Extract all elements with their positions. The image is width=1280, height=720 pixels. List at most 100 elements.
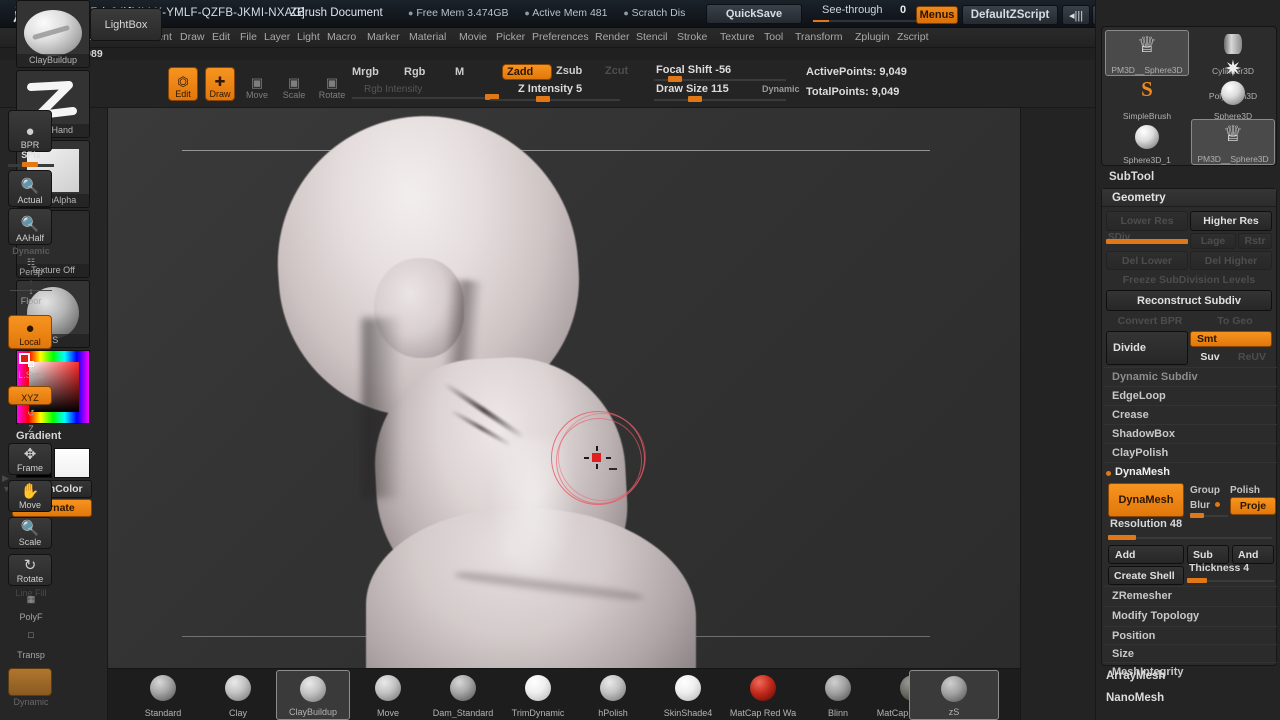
tool-item-sphere3d[interactable]: Sphere3D [1191, 75, 1275, 121]
aahalf-button[interactable]: 🔍 AAHalf [8, 208, 52, 245]
tool-item-sphere3d-1[interactable]: Sphere3D_1 [1105, 119, 1189, 165]
claypolish-row[interactable]: ClayPolish [1103, 443, 1277, 462]
menu-light[interactable]: Light [297, 31, 320, 43]
shelf-item-skinshade4[interactable]: SkinShade4 [651, 670, 725, 720]
convert-bpr-button[interactable]: Convert BPR [1106, 313, 1194, 329]
group-label[interactable]: Group [1190, 485, 1220, 496]
del-lower-button[interactable]: Del Lower [1106, 251, 1188, 270]
freeze-subdivision-button[interactable]: Freeze SubDivision Levels [1106, 272, 1272, 288]
menu-transform[interactable]: Transform [795, 31, 842, 43]
menu-macro[interactable]: Macro [327, 31, 356, 43]
menu-stroke[interactable]: Stroke [677, 31, 707, 43]
polish-label[interactable]: Polish [1230, 485, 1260, 496]
dynamic-subdiv-row[interactable]: Dynamic Subdiv [1103, 367, 1277, 386]
zadd-button[interactable]: Zadd [502, 64, 552, 80]
crease-row[interactable]: Crease [1103, 405, 1277, 424]
shelf-item-zs[interactable]: zS [909, 670, 999, 720]
xyz-button[interactable]: XYZ [8, 386, 52, 405]
edit-mode-button[interactable]: ⏣ Edit [168, 67, 198, 101]
lsym-label[interactable]: L.Sym [8, 370, 54, 380]
geometry-header[interactable]: Geometry [1102, 189, 1276, 207]
reconstruct-subdiv-button[interactable]: Reconstruct Subdiv [1106, 290, 1272, 311]
focal-shift-knob[interactable] [668, 76, 682, 82]
sculpt-model[interactable] [258, 108, 728, 668]
menu-texture[interactable]: Texture [720, 31, 754, 43]
secondary-color-swatch[interactable] [54, 448, 90, 478]
draw-size-knob[interactable] [688, 96, 702, 102]
modify-topology-row[interactable]: Modify Topology [1103, 606, 1277, 625]
draw-size-track[interactable] [654, 99, 786, 101]
reuv-button[interactable]: ReUV [1232, 349, 1272, 365]
default-zscript-button[interactable]: DefaultZScript [962, 5, 1058, 25]
tool-item-pm3d-sphere3d-b[interactable]: ♕ PM3D__Sphere3D [1191, 119, 1275, 165]
menu-marker[interactable]: Marker [367, 31, 400, 43]
blur-slider[interactable] [1190, 507, 1228, 519]
rgb-intensity-track[interactable] [352, 97, 492, 99]
menu-tool[interactable]: Tool [764, 31, 783, 43]
shelf-item-hpolish[interactable]: hPolish [576, 670, 650, 720]
shelf-item-clay[interactable]: Clay [201, 670, 275, 720]
tool-item-pm3d-sphere3d-a[interactable]: ♕ PM3D__Sphere3D [1105, 30, 1189, 76]
menu-render[interactable]: Render [595, 31, 629, 43]
menu-stencil[interactable]: Stencil [636, 31, 668, 43]
m-button[interactable]: M [455, 66, 464, 78]
nanomesh-header[interactable]: NanoMesh [1106, 692, 1164, 704]
scale-view-button[interactable]: 🔍 Scale [8, 517, 52, 549]
arraymesh-header[interactable]: ArrayMesh [1106, 670, 1165, 682]
suv-button[interactable]: Suv [1190, 349, 1230, 365]
persp-label[interactable]: Persp [8, 256, 54, 277]
to-geo-button[interactable]: To Geo [1198, 313, 1272, 329]
dynamic-persp-label[interactable]: Dynamic [8, 246, 54, 256]
menu-file[interactable]: File [240, 31, 257, 43]
frame-button[interactable]: ✥ Frame [8, 443, 52, 475]
menu-zplugin[interactable]: Zplugin [855, 31, 889, 43]
z-intensity-knob[interactable] [536, 96, 550, 102]
local-transform-button[interactable]: ● Local [8, 315, 52, 349]
transp-label[interactable]: Transp [8, 650, 54, 660]
higher-res-button[interactable]: Higher Res [1190, 211, 1272, 231]
rotate-z-icon[interactable]: ↺ [8, 408, 54, 419]
menu-movie[interactable]: Movie [459, 31, 487, 43]
lightbox-button[interactable]: LightBox [90, 8, 162, 41]
lower-res-button[interactable]: Lower Res [1106, 211, 1188, 231]
mrgb-button[interactable]: Mrgb [352, 66, 379, 78]
rgb-button[interactable]: Rgb [404, 66, 425, 78]
scale-mode-button[interactable]: ▣ Scale [279, 67, 309, 101]
resolution-slider[interactable]: Resolution 48 [1108, 518, 1272, 543]
zcut-button[interactable]: Zcut [605, 65, 628, 77]
floor-label[interactable]: Floor [8, 296, 54, 306]
menu-material[interactable]: Material [409, 31, 446, 43]
dynamesh-button[interactable]: DynaMesh [1108, 483, 1184, 517]
zsub-button[interactable]: Zsub [556, 65, 582, 77]
rotate-mode-button[interactable]: ▣ Rotate [317, 67, 347, 101]
menu-picker[interactable]: Picker [496, 31, 525, 43]
spix-knob[interactable] [22, 162, 38, 167]
quicksave-button[interactable]: QuickSave [706, 4, 802, 24]
lage-button[interactable]: Lage [1190, 233, 1236, 249]
scroll-left-icon[interactable]: ◂||| [1062, 5, 1090, 25]
dynamic-toggle[interactable]: Dynamic [762, 84, 800, 94]
subtool-header[interactable]: SubTool [1101, 168, 1277, 186]
move-mode-button[interactable]: ▣ Move [242, 67, 272, 101]
actual-size-button[interactable]: 🔍 Actual [8, 170, 52, 207]
menu-zscript[interactable]: Zscript [897, 31, 929, 43]
dynamesh-section-header[interactable]: DynaMesh [1103, 462, 1277, 481]
rotate-z-label[interactable]: Z [8, 424, 54, 434]
shelf-item-matcap-red-wax[interactable]: MatCap Red Wa [726, 670, 800, 720]
smt-button[interactable]: Smt [1190, 331, 1272, 347]
thickness-slider[interactable]: Thickness 4 [1187, 562, 1274, 585]
rotate-view-button[interactable]: ↻ Rotate [8, 554, 52, 586]
shelf-item-move[interactable]: Move [351, 670, 425, 720]
shadowbox-row[interactable]: ShadowBox [1103, 424, 1277, 443]
menu-layer[interactable]: Layer [264, 31, 290, 43]
size-row[interactable]: Size [1103, 644, 1277, 663]
menu-preferences[interactable]: Preferences [532, 31, 589, 43]
shelf-item-blinn[interactable]: Blinn [801, 670, 875, 720]
shelf-item-claybuildup[interactable]: ClayBuildup [276, 670, 350, 720]
add-button[interactable]: Add [1108, 545, 1184, 564]
shelf-item-standard[interactable]: Standard [126, 670, 200, 720]
edgeloop-row[interactable]: EdgeLoop [1103, 386, 1277, 405]
sdiv-slider[interactable]: SDiv [1106, 232, 1188, 245]
shelf-item-trimdynamic[interactable]: TrimDynamic [501, 670, 575, 720]
move-view-button[interactable]: ✋ Move [8, 480, 52, 512]
